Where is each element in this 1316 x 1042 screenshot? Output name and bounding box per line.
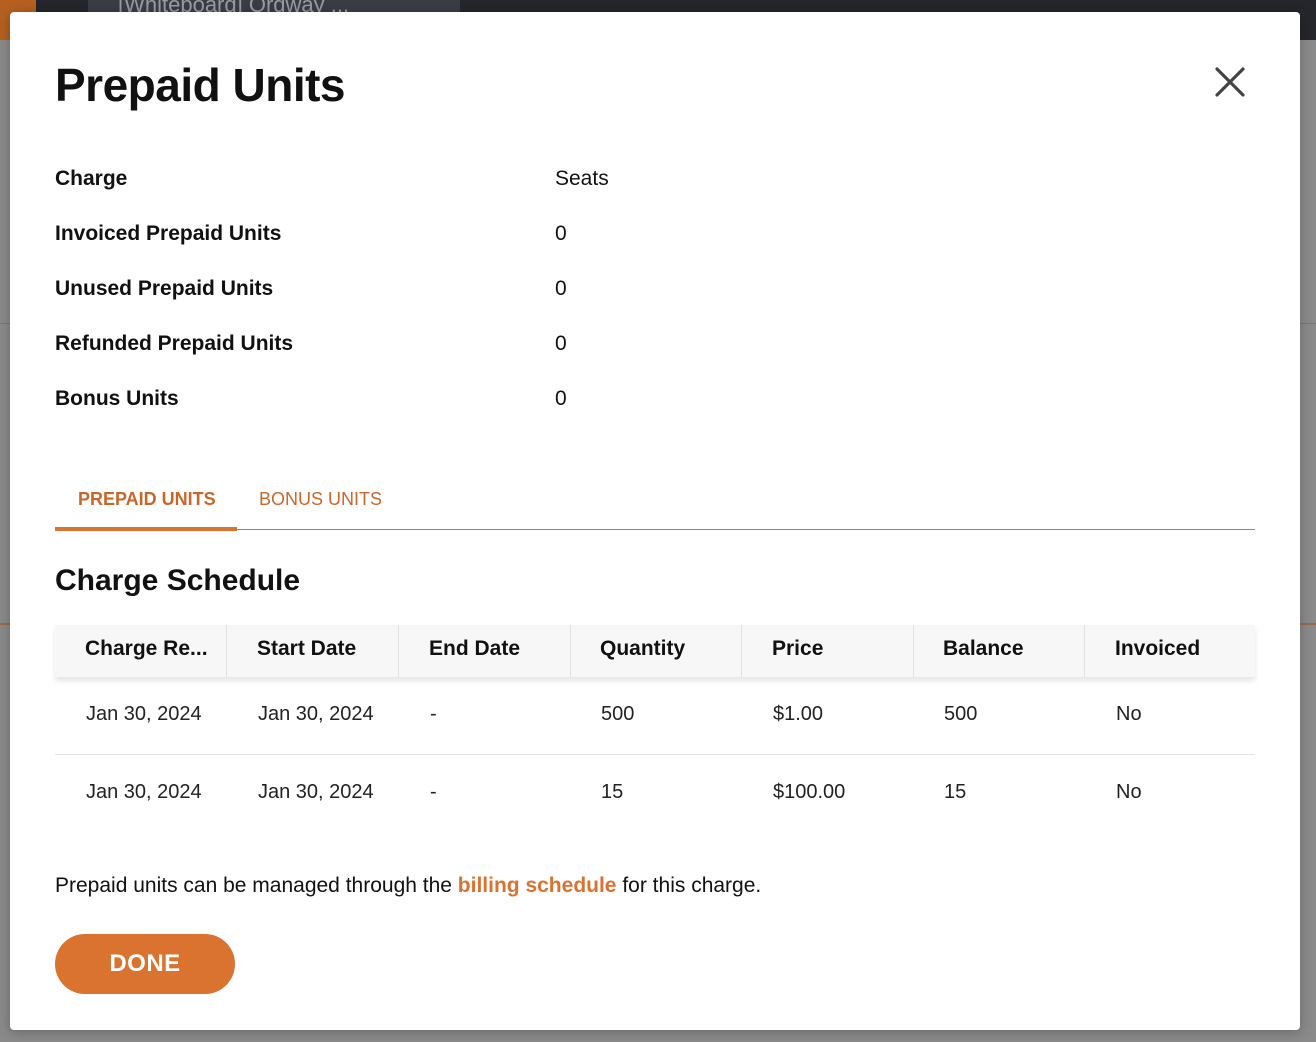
info-value: 0 <box>555 222 567 245</box>
table-cell: 15 <box>944 781 967 803</box>
table-cell: - <box>430 781 437 803</box>
tab-label: PREPAID UNITS <box>78 489 216 509</box>
table-cell: No <box>1116 703 1142 725</box>
info-row-refunded-prepaid-units: Refunded Prepaid Units 0 <box>55 332 755 362</box>
done-button[interactable]: DONE <box>55 934 235 994</box>
table-cell: 15 <box>601 781 624 803</box>
footer-text-after: for this charge. <box>616 874 762 897</box>
info-row-unused-prepaid-units: Unused Prepaid Units 0 <box>55 277 755 307</box>
column-header-label: Balance <box>943 637 1024 660</box>
column-header-label: End Date <box>429 637 521 660</box>
close-icon <box>1215 67 1245 97</box>
column-header-label: Invoiced <box>1115 637 1201 660</box>
info-label: Unused Prepaid Units <box>55 277 274 300</box>
table-cell: No <box>1116 781 1142 803</box>
footer-text-before: Prepaid units can be managed through the <box>55 874 458 897</box>
tab-bonus-units[interactable]: BONUS UNITS <box>259 482 399 527</box>
table-cell: $1.00 <box>773 703 824 725</box>
prepaid-units-modal: Prepaid Units Charge Seats Invoiced Prep… <box>10 12 1300 1030</box>
table-cell: - <box>430 703 437 725</box>
tab-label: BONUS UNITS <box>259 489 383 509</box>
table-cell: 500 <box>601 703 635 725</box>
close-button[interactable] <box>1208 60 1252 104</box>
column-header[interactable]: Invoiced <box>1085 625 1256 677</box>
info-row-invoiced-prepaid-units: Invoiced Prepaid Units 0 <box>55 222 755 252</box>
table-row: Jan 30, 2024 Jan 30, 2024 - 500 $1.00 50… <box>55 677 1255 755</box>
units-tabs: PREPAID UNITS BONUS UNITS <box>55 482 1255 531</box>
column-header[interactable]: Charge Re... <box>55 625 227 677</box>
info-label: Invoiced Prepaid Units <box>55 222 282 245</box>
table-cell: Jan 30, 2024 <box>258 703 374 725</box>
column-header[interactable]: Quantity <box>570 625 742 677</box>
table-cell: $100.00 <box>773 781 846 803</box>
column-header[interactable]: End Date <box>399 625 571 677</box>
table-cell: Jan 30, 2024 <box>258 781 374 803</box>
column-header[interactable]: Balance <box>913 625 1085 677</box>
section-title: Charge Schedule <box>55 564 301 597</box>
billing-schedule-link[interactable]: billing schedule <box>458 874 617 897</box>
column-header-label: Charge Re... <box>85 637 208 660</box>
column-header-label: Quantity <box>600 637 686 660</box>
column-header[interactable]: Start Date <box>227 625 399 677</box>
info-label: Charge <box>55 167 128 190</box>
info-value: 0 <box>555 387 567 410</box>
footer-note: Prepaid units can be managed through the… <box>55 874 761 898</box>
info-value: 0 <box>555 332 567 355</box>
tab-prepaid-units[interactable]: PREPAID UNITS <box>55 482 237 531</box>
table-header: Charge Re... Start Date End Date Quantit… <box>55 625 1255 677</box>
charge-schedule-table: Charge Re... Start Date End Date Quantit… <box>55 625 1255 832</box>
table-cell: 500 <box>944 703 978 725</box>
column-header-label: Price <box>772 637 824 660</box>
info-value: Seats <box>555 167 609 190</box>
table-row: Jan 30, 2024 Jan 30, 2024 - 15 $100.00 1… <box>55 755 1255 832</box>
table-cell: Jan 30, 2024 <box>86 703 202 725</box>
info-value: 0 <box>555 277 567 300</box>
table-cell: Jan 30, 2024 <box>86 781 202 803</box>
info-label: Bonus Units <box>55 387 179 410</box>
info-label: Refunded Prepaid Units <box>55 332 294 355</box>
info-row-charge: Charge Seats <box>55 167 755 197</box>
info-row-bonus-units: Bonus Units 0 <box>55 387 755 417</box>
modal-title: Prepaid Units <box>55 59 346 111</box>
column-header[interactable]: Price <box>742 625 914 677</box>
column-header-label: Start Date <box>257 637 357 660</box>
